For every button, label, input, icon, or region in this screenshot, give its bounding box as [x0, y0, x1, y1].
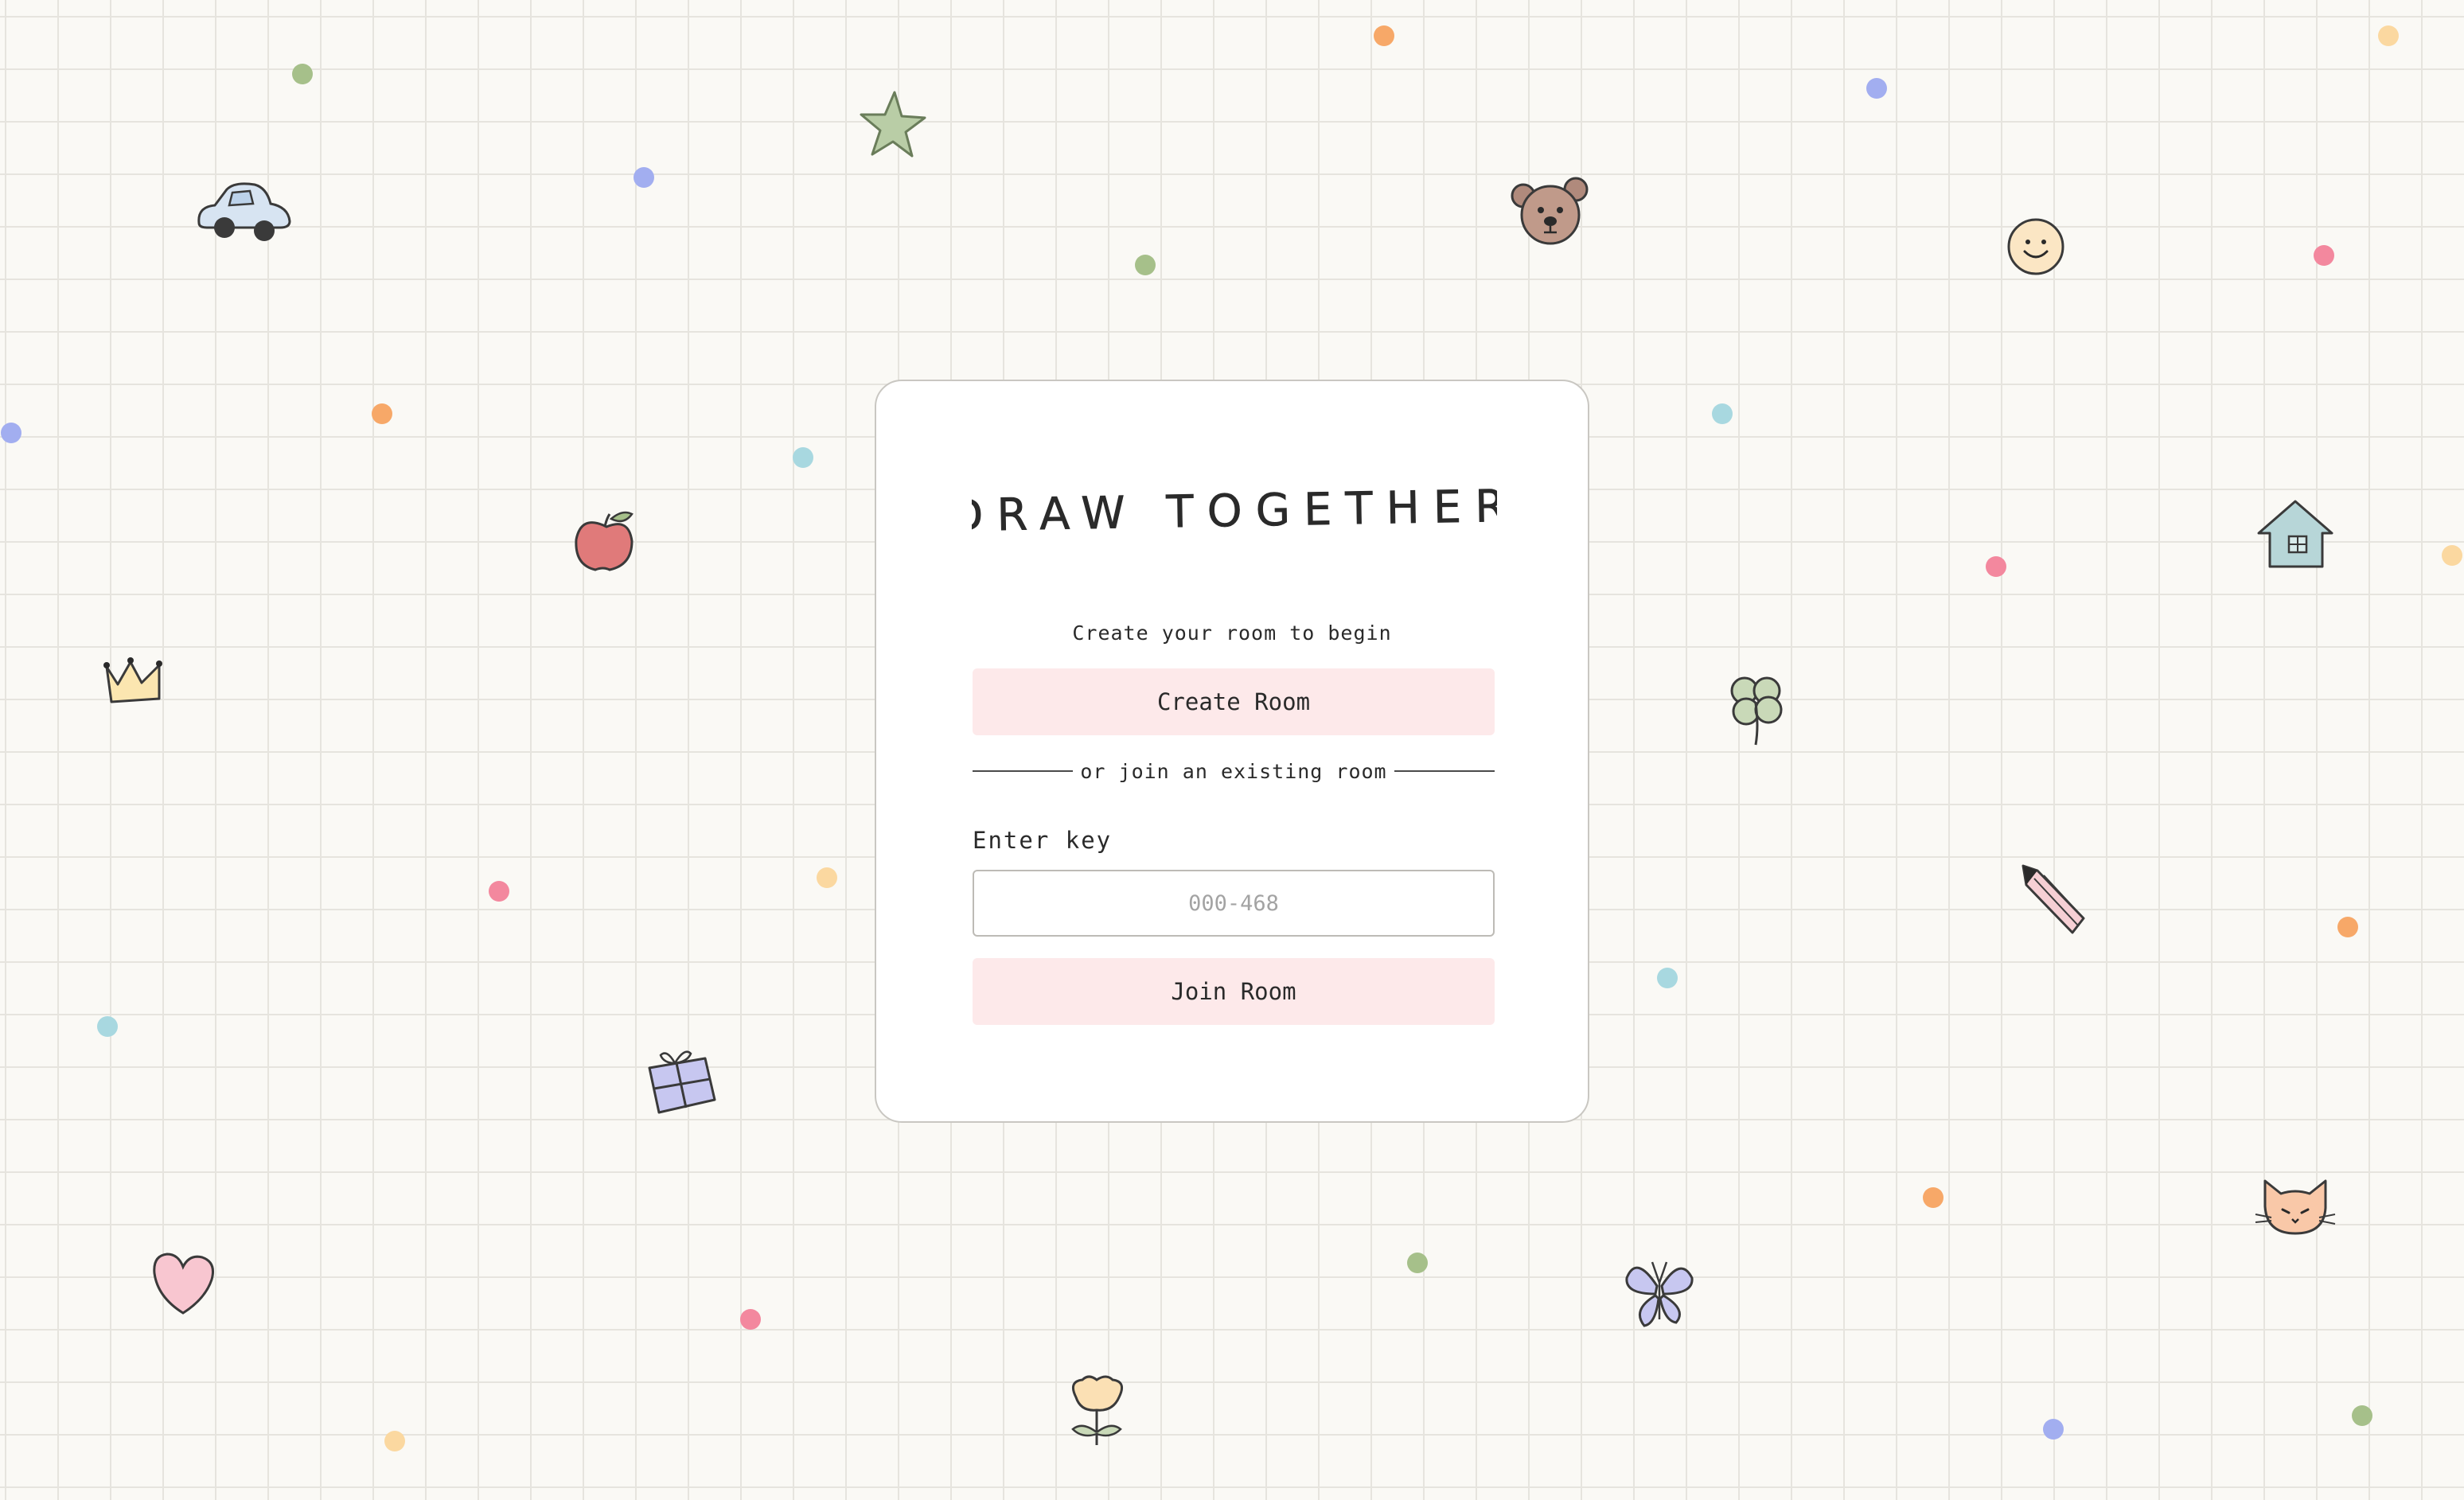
confetti-dot [1407, 1253, 1428, 1273]
pencil-icon [2017, 861, 2088, 941]
confetti-dot [2314, 245, 2334, 266]
confetti-dot [634, 167, 654, 188]
confetti-dot [97, 1016, 118, 1037]
confetti-dot [2337, 917, 2358, 937]
confetti-dot [1866, 78, 1887, 99]
confetti-dot [1374, 25, 1394, 46]
confetti-dot [1986, 556, 2006, 577]
confetti-dot [817, 867, 837, 888]
confetti-dot [1135, 255, 1156, 275]
clover-icon [1724, 668, 1788, 748]
apple-icon [571, 509, 640, 575]
butterfly-icon [1620, 1254, 1698, 1334]
confetti-dot [292, 64, 313, 84]
create-room-button[interactable]: Create Room [973, 668, 1495, 735]
confetti-dot [2442, 545, 2462, 566]
confetti-dot [1712, 403, 1733, 424]
divider-line-right [1394, 770, 1495, 772]
house-icon [2254, 497, 2337, 573]
confetti-dot [1923, 1187, 1944, 1208]
flower-icon [1065, 1373, 1130, 1447]
confetti-dot [1, 423, 21, 443]
confetti-dot [489, 881, 509, 902]
smiley-icon [2006, 216, 2066, 277]
confetti-dot [793, 447, 813, 468]
star-icon [858, 89, 926, 161]
divider-line-left [973, 770, 1073, 772]
key-input[interactable] [973, 870, 1495, 937]
crown-icon [102, 653, 166, 705]
confetti-dot [2043, 1419, 2064, 1440]
divider-text: or join an existing room [1080, 759, 1387, 783]
bear-icon [1509, 175, 1593, 248]
app-title-text: DRAW TOGETHER [972, 481, 1497, 543]
confetti-dot [372, 403, 392, 424]
confetti-dot [2352, 1405, 2372, 1426]
or-divider: or join an existing room [973, 755, 1495, 787]
subtitle: Create your room to begin [1072, 621, 1392, 645]
confetti-dot [1657, 968, 1678, 988]
key-label: Enter key [973, 827, 1113, 854]
car-icon [191, 175, 294, 247]
gift-icon [643, 1044, 719, 1117]
join-room-button[interactable]: Join Room [973, 958, 1495, 1025]
heart-icon [150, 1249, 218, 1318]
confetti-dot [740, 1309, 761, 1330]
cat-icon [2254, 1178, 2337, 1238]
confetti-dot [384, 1431, 405, 1451]
confetti-dot [2378, 25, 2399, 46]
room-card: DRAW TOGETHER Create your room to begin … [875, 380, 1589, 1123]
app-title: DRAW TOGETHER [972, 480, 1497, 543]
